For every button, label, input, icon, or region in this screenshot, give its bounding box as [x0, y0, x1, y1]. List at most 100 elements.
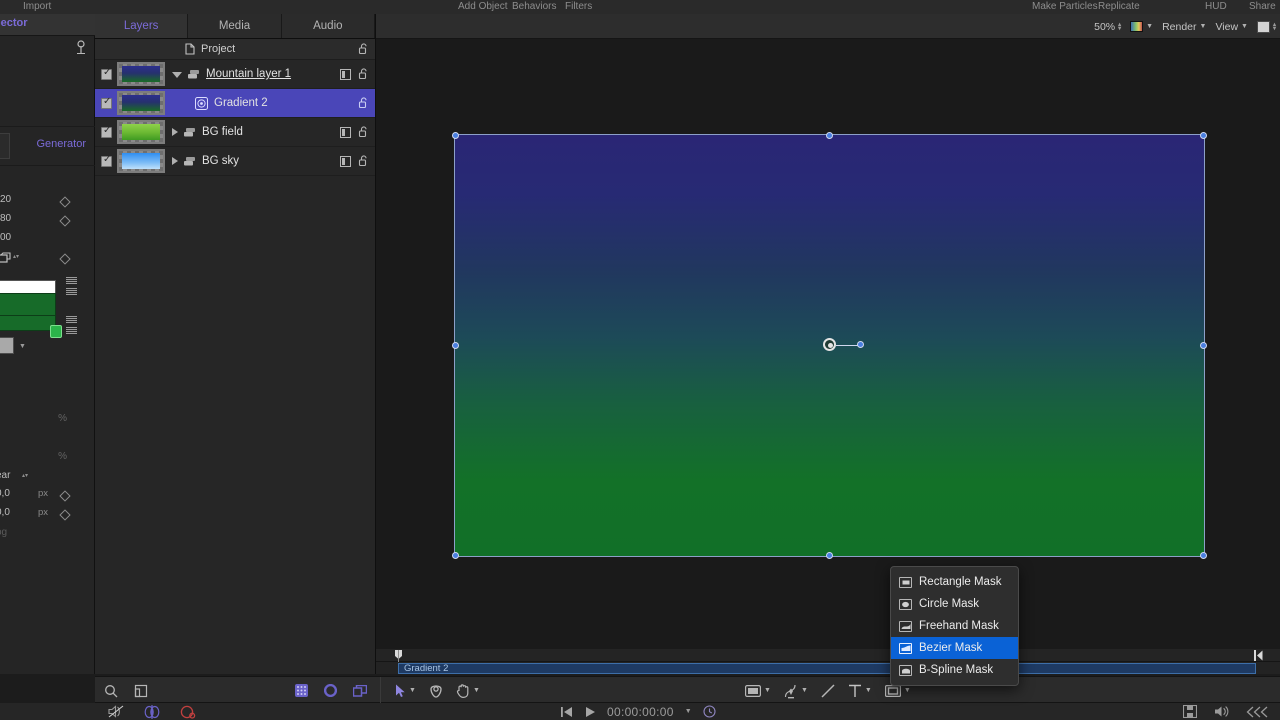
gradient-band-row-2[interactable] — [0, 315, 95, 338]
menu-item-freehand-mask[interactable]: Freehand Mask — [891, 615, 1018, 637]
filter-icon[interactable] — [340, 155, 351, 167]
layer-row-gradient-2[interactable]: Gradient 2 — [95, 89, 375, 118]
zoom-stepper-icon[interactable]: ▴ ▾ — [1118, 22, 1121, 32]
arrow-select-tool[interactable]: ▼ — [395, 684, 416, 698]
lock-open-icon[interactable] — [358, 126, 369, 138]
chevron-down-icon[interactable]: ▼ — [904, 687, 911, 694]
param-value[interactable]: 80 — [0, 213, 11, 224]
display-stepper-icon[interactable]: ▴ ▾ — [1273, 22, 1276, 32]
end-marker-icon[interactable] — [1254, 650, 1263, 661]
view-menu[interactable]: View ▼ — [1215, 21, 1248, 33]
selection-handle-top-right[interactable] — [1200, 132, 1207, 139]
menu-item-bezier-mask[interactable]: Bezier Mask — [891, 637, 1018, 659]
channels-control[interactable]: ▼ — [1130, 21, 1153, 32]
interpolation-value[interactable]: ear — [0, 470, 10, 481]
disclosure-triangle-icon[interactable] — [172, 157, 178, 165]
project-row[interactable]: Project — [95, 39, 375, 60]
film-icon[interactable] — [1183, 705, 1197, 718]
disclosure-triangle-icon[interactable] — [172, 72, 182, 78]
menu-item-replicate[interactable]: Replicate — [1098, 0, 1140, 14]
timeline-track-gradient-2[interactable]: Gradient 2 — [398, 663, 1256, 674]
filter-icon[interactable] — [340, 126, 351, 138]
menu-item-make-particles[interactable]: Make Particles — [1032, 0, 1098, 14]
filter-icon[interactable] — [340, 68, 351, 80]
menu-item-import[interactable]: Import — [23, 0, 51, 14]
layer-name[interactable]: Mountain layer 1 — [206, 68, 291, 80]
selection-handle-bottom-left[interactable] — [452, 552, 459, 559]
inspector-param-row[interactable]: 80 — [0, 213, 95, 232]
gradient-green-band-1[interactable] — [0, 293, 56, 317]
selection-handle-top-center[interactable] — [826, 132, 833, 139]
pin-icon[interactable] — [75, 40, 87, 56]
circle-icon[interactable] — [324, 684, 337, 697]
layer-row-bg-sky[interactable]: BG sky — [95, 147, 375, 176]
project-lock-icon[interactable] — [358, 43, 369, 55]
interp-stepper-icon[interactable]: ▴▾ — [22, 473, 28, 479]
chevron-down-icon[interactable]: ▼ — [409, 687, 416, 694]
offset-value[interactable]: 0,0 — [0, 507, 10, 518]
canvas-area[interactable] — [376, 39, 1280, 649]
chevron-down-icon[interactable]: ▼ — [473, 687, 480, 694]
grid-icon[interactable] — [295, 684, 308, 697]
search-icon[interactable] — [104, 684, 118, 698]
selection-handle-middle-left[interactable] — [452, 342, 459, 349]
layer-row-mountain-layer-1[interactable]: Mountain layer 1 — [95, 60, 375, 89]
shape-stepper-icon[interactable]: ▴▾ — [13, 254, 19, 260]
text-tool[interactable]: ▼ — [848, 684, 872, 698]
chevron-down-icon[interactable]: ▼ — [865, 687, 872, 694]
tab-layers[interactable]: Layers — [95, 14, 189, 38]
zoom-level-control[interactable]: 50% ▴ ▾ — [1094, 21, 1121, 33]
menu-item-bspline-mask[interactable]: B-Spline Mask — [891, 659, 1018, 681]
keyframe-diamond-icon[interactable] — [59, 509, 71, 521]
menu-item-share[interactable]: Share — [1249, 0, 1276, 14]
rewind-icon[interactable] — [1246, 706, 1268, 718]
rectangle-shape-tool[interactable]: ▼ — [745, 684, 771, 697]
gradient-grid-icon[interactable] — [66, 327, 77, 334]
keyframe-diamond-icon[interactable] — [59, 253, 71, 265]
inspector-offset-row-1[interactable]: 0,0 px — [0, 488, 95, 507]
layer-row-bg-field[interactable]: BG field — [95, 118, 375, 147]
play-icon[interactable] — [584, 706, 596, 718]
timecode-display[interactable]: 00:00:00:00 — [607, 705, 674, 719]
offset-value[interactable]: 0,0 — [0, 488, 10, 499]
speaker-icon[interactable] — [1214, 705, 1229, 718]
menu-item-add-object[interactable]: Add Object — [458, 0, 507, 14]
clock-icon[interactable] — [703, 705, 716, 718]
lock-open-icon[interactable] — [358, 68, 369, 80]
record-icon[interactable] — [180, 705, 196, 719]
go-to-start-icon[interactable] — [560, 706, 573, 718]
layer-name[interactable]: Gradient 2 — [214, 97, 268, 109]
tab-audio[interactable]: Audio — [282, 14, 375, 38]
menu-item-rectangle-mask[interactable]: Rectangle Mask — [891, 571, 1018, 593]
layers-icon[interactable] — [353, 684, 367, 697]
chevron-down-icon[interactable]: ▼ — [801, 687, 808, 694]
selection-handle-top-left[interactable] — [452, 132, 459, 139]
disclosure-triangle-icon[interactable] — [172, 128, 178, 136]
keyframe-diamond-icon[interactable] — [59, 490, 71, 502]
timeline-ruler[interactable] — [376, 649, 1280, 662]
lock-open-icon[interactable] — [358, 155, 369, 167]
selection-handle-bottom-right[interactable] — [1200, 552, 1207, 559]
playhead-icon[interactable] — [394, 650, 403, 662]
display-layout-control[interactable]: ▴ ▾ — [1256, 20, 1276, 33]
layer-visibility-checkbox[interactable] — [101, 96, 112, 109]
loop-icon[interactable] — [144, 704, 160, 719]
tab-media[interactable]: Media — [188, 14, 282, 38]
layer-visibility-checkbox[interactable] — [101, 67, 112, 80]
inspector-shape-row[interactable]: ▴▾ — [0, 251, 95, 270]
inspector-percent-row-2[interactable]: % — [0, 451, 95, 470]
lock-open-icon[interactable] — [358, 97, 369, 109]
selection-handle-middle-right[interactable] — [1200, 342, 1207, 349]
tab-inspector[interactable]: Inspector — [0, 17, 28, 29]
bezier-pen-tool[interactable]: ▼ — [784, 683, 808, 699]
gradient-list-icon[interactable] — [66, 277, 77, 284]
crop-icon[interactable] — [134, 684, 148, 698]
gradient-center-handle[interactable] — [823, 338, 836, 351]
inspector-param-row[interactable]: 00 — [0, 232, 95, 251]
menu-item-circle-mask[interactable]: Circle Mask — [891, 593, 1018, 615]
render-menu[interactable]: Render ▼ — [1162, 21, 1206, 33]
transform-tool[interactable] — [428, 684, 444, 698]
chevron-down-icon[interactable]: ▼ — [685, 708, 692, 715]
pan-hand-tool[interactable]: ▼ — [456, 683, 480, 698]
mask-context-menu[interactable]: Rectangle Mask Circle Mask Freehand Mask… — [890, 566, 1019, 686]
